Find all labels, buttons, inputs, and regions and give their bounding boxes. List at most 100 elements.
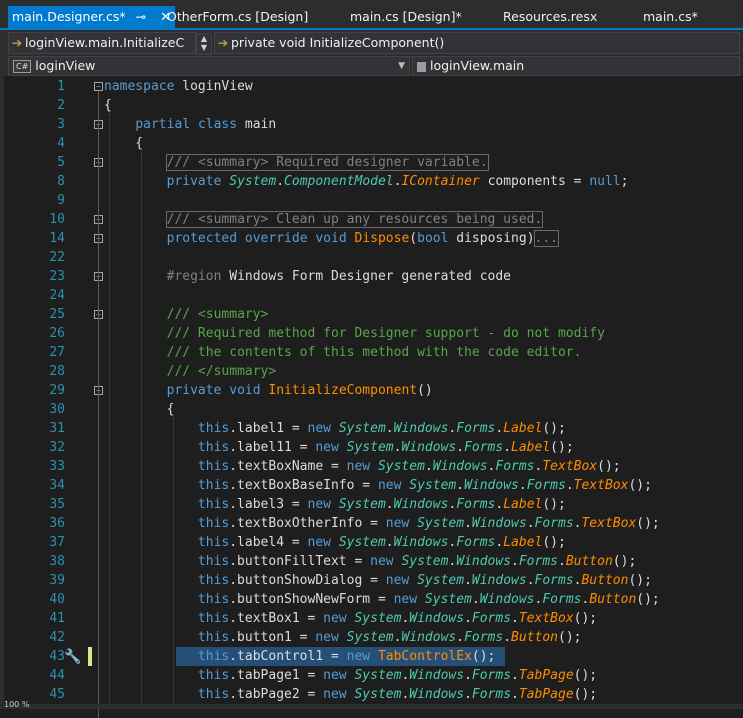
code-line[interactable]: 33 this.textBoxName = new System.Windows… xyxy=(0,457,743,476)
class-icon xyxy=(417,61,426,72)
code-line[interactable]: 34 this.textBoxBaseInfo = new System.Win… xyxy=(0,476,743,495)
line-number: 27 xyxy=(49,345,65,360)
code-text: this.textBoxName = new System.Windows.Fo… xyxy=(197,459,621,474)
class-combo-value: loginView xyxy=(35,58,96,73)
code-line[interactable]: 4 { xyxy=(0,134,743,153)
chevron-down-icon[interactable]: ▼ xyxy=(197,43,211,52)
line-number: 41 xyxy=(49,611,65,626)
code-line[interactable]: 25− /// <summary> xyxy=(0,305,743,324)
line-number: 25 xyxy=(49,307,65,322)
code-line[interactable]: 2{ xyxy=(0,96,743,115)
code-text: private void InitializeComponent() xyxy=(166,383,433,398)
code-line[interactable]: 31 this.label1 = new System.Windows.Form… xyxy=(0,419,743,438)
tab-label: Resources.resx xyxy=(503,9,598,24)
line-number: 29 xyxy=(49,383,65,398)
code-text: this.textBox1 = new System.Windows.Forms… xyxy=(197,611,598,626)
code-text: this.label11 = new System.Windows.Forms.… xyxy=(197,440,574,455)
line-number: 44 xyxy=(49,668,65,683)
code-line[interactable]: 45 this.tabPage2 = new System.Windows.Fo… xyxy=(0,685,743,704)
chevron-down-icon[interactable]: ▼ xyxy=(398,57,405,75)
member-combo[interactable]: ➔ private void InitializeComponent() xyxy=(214,32,740,54)
line-number: 5 xyxy=(57,155,65,170)
chevron-up-icon[interactable]: ▲ xyxy=(197,34,211,43)
arrow-right-icon: ➔ xyxy=(11,35,23,50)
code-line[interactable]: 35 this.label3 = new System.Windows.Form… xyxy=(0,495,743,514)
line-number: 26 xyxy=(49,326,65,341)
pin-icon[interactable]: ⊸ xyxy=(136,6,146,28)
code-line[interactable]: 10+ /// <summary> Clean up any resources… xyxy=(0,210,743,229)
indent-guide xyxy=(141,152,142,704)
code-text: this.tabControl1 = new TabControlEx(); xyxy=(197,649,496,664)
quick-action-icon[interactable]: 🔧 xyxy=(64,649,81,665)
line-number: 33 xyxy=(49,459,65,474)
tab-label: OtherForm.cs [Design] xyxy=(167,9,309,24)
zoom-level[interactable]: 100 % xyxy=(4,700,29,709)
code-line[interactable]: 27 /// the contents of this method with … xyxy=(0,343,743,362)
collapse-icon[interactable]: − xyxy=(94,82,103,91)
code-text: partial class main xyxy=(135,117,277,132)
project-combo-value: loginView.main.InitializeC xyxy=(25,35,185,50)
code-line[interactable]: 29− private void InitializeComponent() xyxy=(0,381,743,400)
code-line[interactable]: 30 { xyxy=(0,400,743,419)
code-text: this.button1 = new System.Windows.Forms.… xyxy=(197,630,582,645)
tab-main-cs-design[interactable]: main.cs [Design]* xyxy=(350,6,462,28)
line-number: 32 xyxy=(49,440,65,455)
code-line[interactable]: 24 xyxy=(0,286,743,305)
indent-guide xyxy=(173,418,174,704)
line-number: 10 xyxy=(49,212,65,227)
code-line[interactable]: 🔧 43 this.tabControl1 = new TabControlEx(… xyxy=(0,647,743,666)
code-line[interactable]: 23− #region Windows Form Designer genera… xyxy=(0,267,743,286)
tab-label: main.Designer.cs* xyxy=(12,9,126,24)
code-line[interactable]: 40 this.buttonShowNewForm = new System.W… xyxy=(0,590,743,609)
class-combo[interactable]: C# loginView ▼ xyxy=(8,56,410,76)
tab-main-designer-cs[interactable]: main.Designer.cs* ⊸ ✕ xyxy=(8,6,176,28)
code-text: { xyxy=(104,402,175,417)
outline-connector xyxy=(98,91,99,718)
line-number: 39 xyxy=(49,573,65,588)
document-tab-bar: main.Designer.cs* ⊸ ✕ OtherForm.cs [Desi… xyxy=(0,0,743,33)
code-text: private System.ComponentModel.IContainer… xyxy=(166,174,629,189)
csharp-icon: C# xyxy=(13,60,32,73)
tab-resources-resx[interactable]: Resources.resx xyxy=(503,6,597,28)
code-line[interactable]: 14+ protected override void Dispose(bool… xyxy=(0,229,743,248)
code-line[interactable]: 3− partial class main xyxy=(0,115,743,134)
navigation-bar: ➔ loginView.main.InitializeC ➔ private voi… xyxy=(0,30,743,57)
line-number: 34 xyxy=(49,478,65,493)
line-number: 43 xyxy=(49,649,65,664)
type-combo[interactable]: loginView.main xyxy=(412,56,740,76)
code-line[interactable]: 42 this.button1 = new System.Windows.For… xyxy=(0,628,743,647)
line-number: 42 xyxy=(49,630,65,645)
spin-buttons[interactable]: ▲ ▼ xyxy=(196,33,212,55)
code-line[interactable]: 26 /// Required method for Designer supp… xyxy=(0,324,743,343)
code-text: this.buttonShowNewForm = new System.Wind… xyxy=(197,592,660,607)
code-text: namespace loginView xyxy=(104,79,253,94)
code-line[interactable]: 32 this.label11 = new System.Windows.For… xyxy=(0,438,743,457)
line-number: 3 xyxy=(57,117,65,132)
code-line[interactable]: 41 this.textBox1 = new System.Windows.Fo… xyxy=(0,609,743,628)
code-text: /// Required method for Designer support… xyxy=(166,326,605,341)
code-line[interactable]: 28 /// </summary> xyxy=(0,362,743,381)
arrow-right-icon: ➔ xyxy=(217,35,229,50)
code-line[interactable]: 9 xyxy=(0,191,743,210)
member-combo-value: private void InitializeComponent() xyxy=(231,35,445,50)
code-line[interactable]: 5+ /// <summary> Required designer varia… xyxy=(0,153,743,172)
code-line[interactable]: 1 − namespace loginView xyxy=(0,77,743,96)
code-text: /// the contents of this method with the… xyxy=(166,345,582,360)
code-line[interactable]: 36 this.textBoxOtherInfo = new System.Wi… xyxy=(0,514,743,533)
line-number: 40 xyxy=(49,592,65,607)
project-combo[interactable]: ➔ loginView.main.InitializeC xyxy=(8,32,196,54)
code-line[interactable]: 39 this.buttonShowDialog = new System.Wi… xyxy=(0,571,743,590)
tab-otherform-design[interactable]: OtherForm.cs [Design] xyxy=(167,6,308,28)
code-line[interactable]: 37 this.label4 = new System.Windows.Form… xyxy=(0,533,743,552)
code-line[interactable]: 44 this.tabPage1 = new System.Windows.Fo… xyxy=(0,666,743,685)
code-text: /// <summary> Required designer variable… xyxy=(165,154,489,171)
code-line[interactable]: 8 private System.ComponentModel.IContain… xyxy=(0,172,743,191)
code-line[interactable]: 38 this.buttonFillText = new System.Wind… xyxy=(0,552,743,571)
tab-main-cs[interactable]: main.cs* xyxy=(643,6,698,28)
code-editor[interactable]: 1−namespace loginView2{3− partial class … xyxy=(0,76,743,718)
tab-label: main.cs* xyxy=(643,9,698,24)
code-line[interactable]: 22 xyxy=(0,248,743,267)
line-number: 35 xyxy=(49,497,65,512)
code-text: /// <summary> xyxy=(166,307,269,322)
line-number: 23 xyxy=(49,269,65,284)
